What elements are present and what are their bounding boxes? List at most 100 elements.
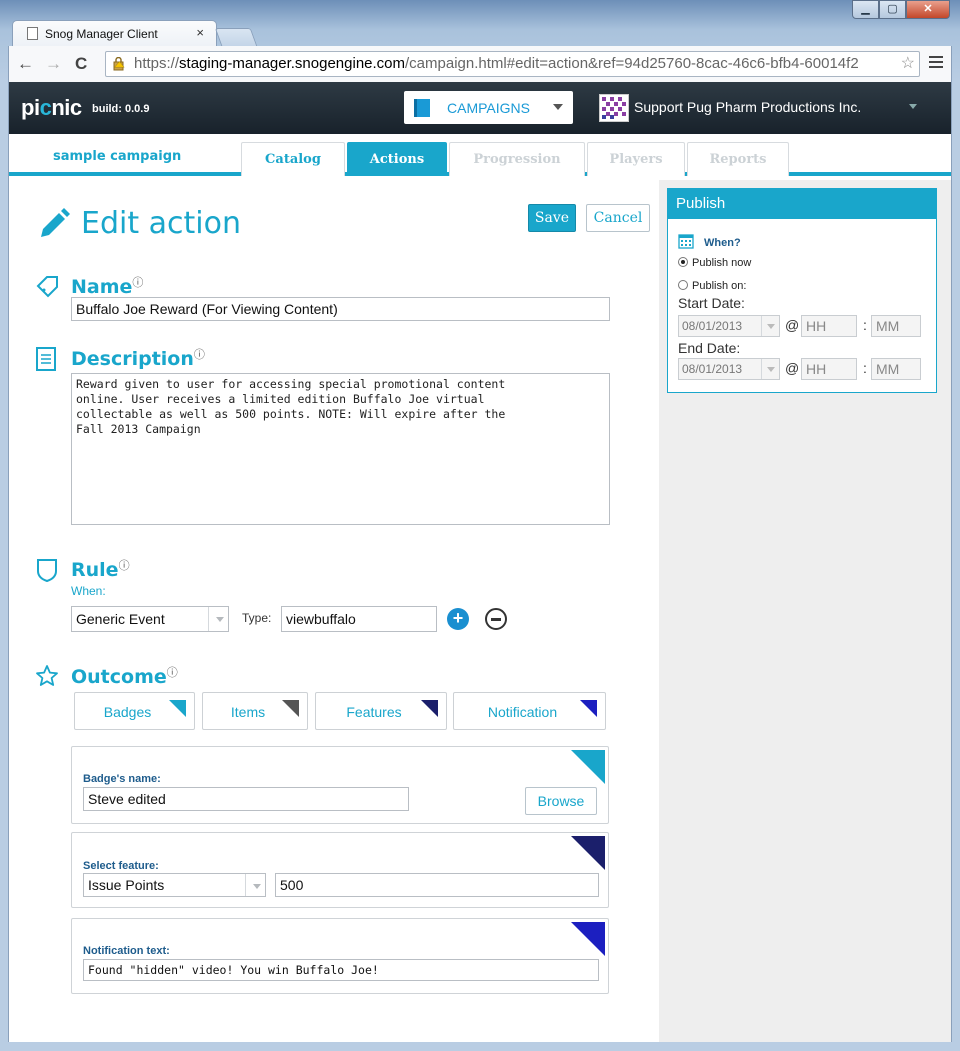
org-caret-icon[interactable]: [909, 104, 917, 109]
end-date-label: End Date:: [678, 340, 741, 356]
address-bar[interactable]: https://staging-manager.snogengine.com/c…: [105, 51, 920, 77]
event-select[interactable]: Generic Event: [71, 606, 229, 632]
cancel-button[interactable]: Cancel: [586, 204, 650, 232]
picnic-logo[interactable]: picnic: [21, 95, 82, 121]
new-tab-button[interactable]: [214, 28, 258, 46]
url-path: /campaign.html#edit=action&ref=94d25760-…: [405, 55, 859, 72]
page-title: Edit action: [81, 206, 241, 241]
star-icon: [36, 665, 58, 686]
campaign-nav: sample campaign Catalog Actions Progress…: [9, 134, 951, 176]
campaign-name[interactable]: sample campaign: [53, 149, 181, 164]
start-minute-input[interactable]: MM: [871, 315, 921, 337]
close-window-button[interactable]: ✕: [906, 0, 950, 19]
organization-name[interactable]: Support Pug Pharm Productions Inc.: [634, 99, 861, 115]
publish-on-option[interactable]: Publish on:: [678, 280, 746, 292]
shield-icon: [37, 559, 57, 583]
corner-flag-icon: [571, 836, 605, 870]
maximize-button[interactable]: ▢: [879, 0, 906, 19]
reload-icon[interactable]: C: [75, 54, 87, 74]
badge-name-label: Badge's name:: [83, 773, 161, 785]
browser-tab[interactable]: Snog Manager Client ×: [12, 20, 217, 46]
end-date-select[interactable]: 08/01/2013: [678, 358, 780, 380]
notification-text-input[interactable]: Found "hidden" video! You win Buffalo Jo…: [83, 959, 599, 981]
campaigns-dropdown[interactable]: CAMPAIGNS: [404, 91, 573, 124]
type-label: Type:: [242, 611, 272, 625]
feature-amount-input[interactable]: 500: [275, 873, 599, 897]
corner-flag-icon: [571, 922, 605, 956]
notification-text-label: Notification text:: [83, 945, 170, 957]
when-question: When?: [704, 237, 741, 249]
outcome-heading: Outcomeⓘ: [35, 664, 178, 688]
start-date-select[interactable]: 08/01/2013: [678, 315, 780, 337]
at-sign: @: [785, 317, 800, 333]
tab-title: Snog Manager Client: [45, 27, 158, 41]
tab-progression: Progression: [449, 142, 585, 176]
end-hour-input[interactable]: HH: [801, 358, 857, 380]
when-label: When:: [71, 584, 106, 598]
time-colon: :: [863, 317, 867, 333]
info-icon[interactable]: ⓘ: [119, 559, 130, 572]
menu-icon[interactable]: [929, 56, 943, 71]
at-sign: @: [785, 360, 800, 376]
save-button[interactable]: Save: [528, 204, 576, 232]
end-minute-input[interactable]: MM: [871, 358, 921, 380]
description-heading: Descriptionⓘ: [35, 346, 205, 371]
page-icon: [27, 27, 38, 40]
tag-icon: [36, 276, 58, 298]
app-header: picnic build: 0.0.9 CAMPAIGNS Support Pu…: [9, 82, 951, 134]
browser-toolbar: ← → C https://staging-manager.snogengine…: [8, 46, 952, 82]
window-controls: ▁ ▢ ✕: [852, 0, 950, 20]
tab-actions[interactable]: Actions: [347, 142, 447, 176]
name-heading: Nameⓘ: [35, 274, 143, 298]
edit-action-panel: Edit action Save Cancel Nameⓘ Buffalo Jo…: [9, 180, 659, 1042]
time-colon: :: [863, 360, 867, 376]
forward-arrow-icon[interactable]: →: [45, 54, 62, 74]
type-input[interactable]: viewbuffalo: [281, 606, 437, 632]
corner-flag-icon: [571, 750, 605, 784]
add-rule-icon[interactable]: +: [447, 608, 469, 630]
back-arrow-icon[interactable]: ←: [17, 54, 34, 74]
tab-strip: Snog Manager Client × ▁ ▢ ✕: [0, 0, 960, 46]
info-icon[interactable]: ⓘ: [167, 666, 178, 679]
bookmark-star-icon[interactable]: ☆: [901, 52, 915, 76]
corner-flag-icon: [421, 700, 438, 717]
tab-players: Players: [587, 142, 685, 176]
outcome-tab-items[interactable]: Items: [202, 692, 308, 730]
info-icon[interactable]: ⓘ: [194, 348, 205, 361]
window-bottom-border: [0, 1042, 960, 1051]
caret-down-icon: [553, 104, 563, 110]
outcome-tab-notification[interactable]: Notification: [453, 692, 606, 730]
radio-selected[interactable]: [678, 257, 688, 267]
tab-catalog[interactable]: Catalog: [241, 142, 345, 176]
minimize-button[interactable]: ▁: [852, 0, 879, 19]
badge-name-input[interactable]: Steve edited: [83, 787, 409, 811]
select-feature-label: Select feature:: [83, 860, 159, 872]
campaigns-label: CAMPAIGNS: [447, 100, 530, 116]
name-input[interactable]: Buffalo Joe Reward (For Viewing Content): [71, 297, 610, 321]
publish-panel: Publish When? Publish now Publish on: St…: [667, 188, 937, 393]
corner-flag-icon: [169, 700, 186, 717]
outcome-tab-features[interactable]: Features: [315, 692, 447, 730]
application: picnic build: 0.0.9 CAMPAIGNS Support Pu…: [8, 82, 952, 1042]
remove-rule-icon[interactable]: [485, 608, 507, 630]
info-icon[interactable]: ⓘ: [132, 276, 143, 289]
description-textarea[interactable]: Reward given to user for accessing speci…: [71, 373, 610, 525]
feature-select[interactable]: Issue Points: [83, 873, 266, 897]
chevron-down-icon: [761, 359, 779, 379]
book-icon: [414, 99, 430, 117]
start-hour-input[interactable]: HH: [801, 315, 857, 337]
side-panel: Publish When? Publish now Publish on: St…: [659, 180, 951, 1042]
chevron-down-icon: [761, 316, 779, 336]
publish-now-option[interactable]: Publish now: [678, 257, 751, 269]
close-tab-icon[interactable]: ×: [196, 25, 204, 40]
tab-reports: Reports: [687, 142, 789, 176]
browse-button[interactable]: Browse: [525, 787, 597, 815]
publish-title: Publish: [668, 189, 936, 219]
feature-card: Select feature: Issue Points 500: [71, 832, 609, 908]
chevron-down-icon: [245, 874, 265, 896]
start-date-label: Start Date:: [678, 295, 745, 311]
badge-card: Badge's name: Steve edited Browse: [71, 746, 609, 824]
outcome-tab-badges[interactable]: Badges: [74, 692, 195, 730]
chevron-down-icon: [208, 607, 228, 631]
radio-unselected[interactable]: [678, 280, 688, 290]
